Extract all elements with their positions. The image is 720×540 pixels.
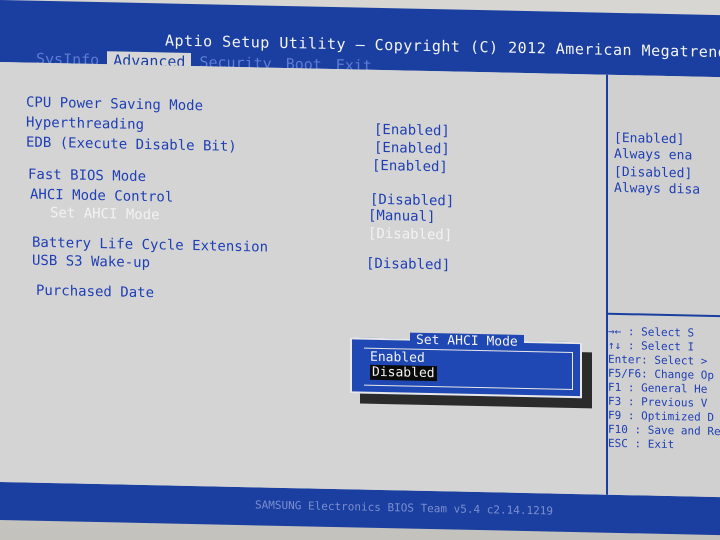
value-battery-life-cycle[interactable]: [Disabled]: [366, 256, 450, 274]
value-unlabeled-1[interactable]: [Enabled]: [372, 158, 448, 176]
bios-screen: Aptio Setup Utility – Copyright (C) 2012…: [0, 0, 720, 536]
setting-cpu-power-saving-mode[interactable]: CPU Power Saving Mode: [26, 95, 203, 115]
key-hint: ESC : Exit: [608, 436, 675, 452]
key-hint: F10 : Save and Re: [608, 422, 720, 439]
dialog-title: Set AHCI Mode: [410, 332, 524, 350]
footer-text: SAMSUNG Electronics BIOS Team v5.4 c2.14…: [255, 498, 554, 518]
help-divider: [608, 312, 720, 318]
key-hint: ↑↓ : Select I: [608, 338, 695, 354]
value-unlabeled-2[interactable]: [Disabled]: [368, 226, 452, 244]
option-disabled[interactable]: Disabled: [370, 364, 437, 382]
key-hint: F5/F6: Change Op: [608, 366, 714, 382]
key-hint: F3 : Previous V: [608, 394, 708, 410]
help-line: [Disabled]: [614, 164, 693, 182]
help-line: [Enabled]: [614, 130, 685, 148]
key-hint: F1 : General He: [608, 380, 708, 396]
option-enabled[interactable]: Enabled: [370, 350, 425, 366]
help-line: Always ena: [614, 146, 693, 164]
setting-fast-bios-mode[interactable]: Fast BIOS Mode: [28, 167, 146, 185]
help-pane: [Enabled] Always ena [Disabled] Always d…: [608, 74, 720, 498]
value-ahci-mode-control[interactable]: [Disabled]: [370, 192, 454, 210]
main-panel: CPU Power Saving Mode Hyperthreading [En…: [0, 62, 720, 498]
setting-ahci-mode-control[interactable]: AHCI Mode Control: [30, 187, 173, 206]
setting-purchased-date[interactable]: Purchased Date: [36, 283, 154, 301]
setting-edb[interactable]: EDB (Execute Disable Bit): [26, 135, 237, 155]
setting-set-ahci-mode[interactable]: Set AHCI Mode: [50, 205, 160, 223]
value-set-ahci-mode[interactable]: [Manual]: [368, 208, 435, 225]
key-hint: Enter: Select >: [608, 352, 708, 368]
set-ahci-mode-dialog: Set AHCI Mode Enabled Disabled: [350, 332, 582, 399]
key-hint: →← : Select S: [608, 324, 695, 340]
help-line: Always disa: [614, 180, 701, 198]
settings-pane: CPU Power Saving Mode Hyperthreading [En…: [0, 62, 608, 495]
value-hyperthreading[interactable]: [Enabled]: [374, 122, 450, 140]
setting-hyperthreading[interactable]: Hyperthreading: [26, 115, 144, 133]
value-edb[interactable]: [Enabled]: [374, 140, 450, 158]
setting-usb-s3-wakeup[interactable]: USB S3 Wake-up: [32, 253, 150, 271]
key-hint: F9 : Optimized D: [608, 408, 714, 424]
